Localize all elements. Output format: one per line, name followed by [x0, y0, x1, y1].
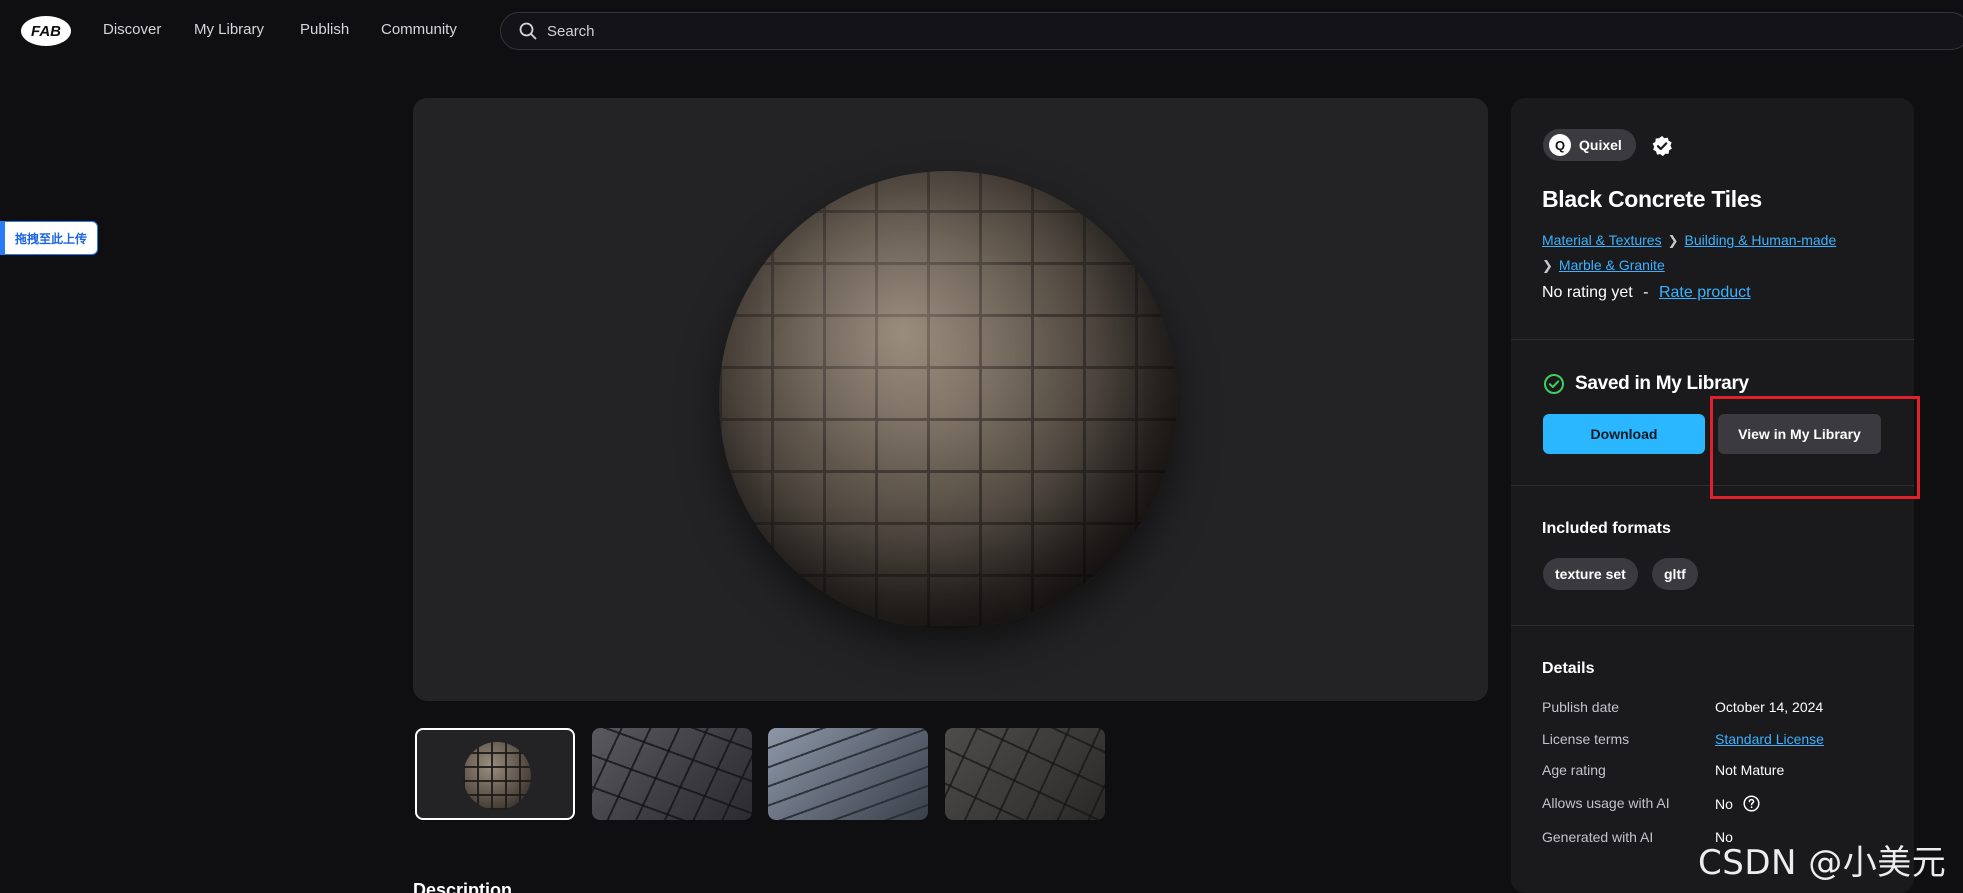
detail-key: Generated with AI — [1542, 829, 1654, 845]
detail-value: Not Mature — [1715, 762, 1785, 778]
detail-value: October 14, 2024 — [1715, 699, 1824, 715]
rating-text: No rating yet — [1542, 284, 1633, 301]
download-button[interactable]: Download — [1543, 414, 1705, 454]
annotation-highlight-box — [1710, 396, 1920, 499]
detail-value-ai-usage: No — [1715, 795, 1760, 812]
description-heading: Description — [413, 880, 513, 893]
publisher-badge[interactable]: Q Quixel — [1543, 129, 1636, 161]
nav-my-library[interactable]: My Library — [194, 21, 264, 38]
thumbnail-tiles-flat[interactable] — [945, 728, 1105, 820]
top-navigation: FAB Discover My Library Publish Communit… — [0, 0, 1963, 62]
chevron-right-icon: ❯ — [1667, 233, 1679, 248]
material-preview-sphere — [719, 171, 1177, 629]
nav-discover[interactable]: Discover — [103, 21, 161, 38]
help-circle-icon[interactable] — [1743, 795, 1760, 812]
detail-key: Allows usage with AI — [1542, 795, 1670, 811]
detail-key: Age rating — [1542, 762, 1606, 778]
thumbnail-sphere-image — [463, 742, 531, 810]
standard-license-link[interactable]: Standard License — [1715, 731, 1824, 747]
included-formats-title: Included formats — [1542, 520, 1671, 537]
rate-product-link[interactable]: Rate product — [1659, 284, 1751, 301]
breadcrumb-marble-granite[interactable]: Marble & Granite — [1559, 257, 1665, 273]
thumbnail-tiles-dark[interactable] — [592, 728, 752, 820]
rating-separator: - — [1643, 284, 1649, 301]
format-tag-texture-set: texture set — [1543, 558, 1638, 590]
upload-drop-tag[interactable]: 拖拽至此上传 — [0, 221, 98, 255]
saved-status-text: Saved in My Library — [1575, 373, 1749, 394]
svg-text:FAB: FAB — [31, 23, 61, 40]
search-icon — [519, 22, 537, 40]
check-circle-icon — [1544, 374, 1564, 394]
quixel-logo-icon: Q — [1549, 134, 1571, 156]
thumbnail-tiles-blue[interactable] — [768, 728, 928, 820]
details-title: Details — [1542, 660, 1595, 677]
format-tag-gltf: gltf — [1652, 558, 1698, 590]
chevron-right-icon: ❯ — [1542, 258, 1553, 273]
detail-value: No — [1715, 795, 1733, 812]
saved-status: Saved in My Library — [1543, 373, 1749, 395]
rating-row: No rating yet - Rate product — [1542, 284, 1751, 302]
nav-publish[interactable]: Publish — [300, 21, 349, 38]
search-bar[interactable] — [500, 12, 1963, 50]
breadcrumb-building-human-made[interactable]: Building & Human-made — [1684, 232, 1836, 248]
detail-key: License terms — [1542, 731, 1630, 747]
category-breadcrumb: Material & Textures ❯ Building & Human-mad… — [1542, 228, 1902, 278]
search-input[interactable] — [547, 22, 1347, 40]
breadcrumb-material-textures[interactable]: Material & Textures — [1542, 232, 1662, 248]
publisher-name: Quixel — [1579, 137, 1622, 153]
product-header-section: Q Quixel Black Concrete Tiles Material &… — [1511, 98, 1914, 340]
product-title: Black Concrete Tiles — [1542, 186, 1762, 212]
thumbnail-sphere[interactable] — [415, 728, 575, 820]
product-media-viewer[interactable] — [413, 98, 1488, 701]
fab-logo-icon[interactable]: FAB — [20, 15, 72, 47]
detail-key: Publish date — [1542, 699, 1620, 715]
formats-section — [1511, 486, 1914, 626]
verified-badge-icon — [1652, 136, 1672, 157]
nav-community[interactable]: Community — [381, 21, 457, 38]
csdn-watermark: CSDN @小美元 — [1698, 843, 1947, 883]
